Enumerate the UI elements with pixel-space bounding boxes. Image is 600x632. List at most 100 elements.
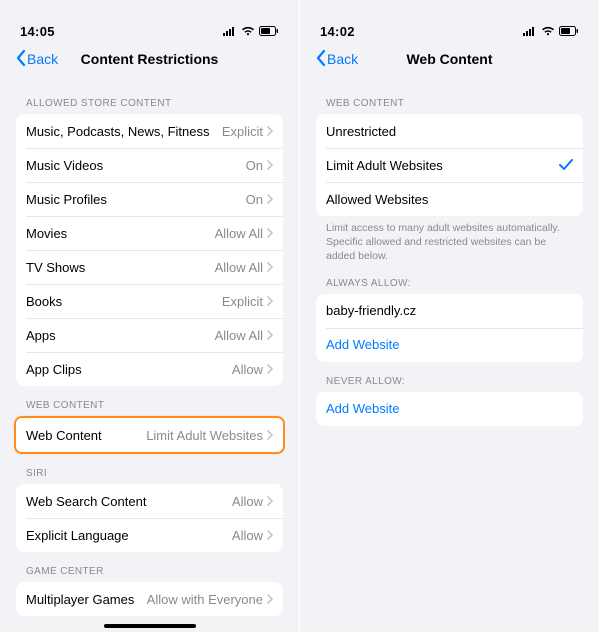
- group-web-content-options: Unrestricted Limit Adult Websites Allowe…: [316, 114, 583, 216]
- row-value: Explicit: [222, 124, 263, 139]
- section-header-web-content: WEB CONTENT: [14, 386, 285, 416]
- status-right: [523, 24, 579, 39]
- add-website-button[interactable]: Add Website: [316, 392, 583, 426]
- row-multiplayer-games[interactable]: Multiplayer Games Allow with Everyone: [16, 582, 283, 616]
- chevron-right-icon: [267, 160, 273, 170]
- row-label: Music Profiles: [26, 192, 107, 207]
- row-value: Allow All: [215, 260, 263, 275]
- row-value: Explicit: [222, 294, 263, 309]
- group-game-center: Multiplayer Games Allow with Everyone: [16, 582, 283, 616]
- row-value: On: [246, 192, 263, 207]
- row-web-content[interactable]: Web Content Limit Adult Websites: [16, 418, 283, 452]
- row-music-podcasts[interactable]: Music, Podcasts, News, Fitness Explicit: [16, 114, 283, 148]
- chevron-right-icon: [267, 296, 273, 306]
- add-website-button[interactable]: Add Website: [316, 328, 583, 362]
- row-value: Limit Adult Websites: [146, 428, 263, 443]
- row-label: Web Content: [26, 428, 102, 443]
- row-label: Multiplayer Games: [26, 592, 134, 607]
- row-web-search-content[interactable]: Web Search Content Allow: [16, 484, 283, 518]
- section-header-allowed-store: ALLOWED STORE CONTENT: [14, 84, 285, 114]
- row-value: Allow with Everyone: [147, 592, 263, 607]
- chevron-right-icon: [267, 430, 273, 440]
- content: WEB CONTENT Unrestricted Limit Adult Web…: [314, 76, 585, 426]
- chevron-right-icon: [267, 194, 273, 204]
- content: ALLOWED STORE CONTENT Music, Podcasts, N…: [14, 76, 285, 616]
- chevron-right-icon: [267, 364, 273, 374]
- chevron-right-icon: [267, 228, 273, 238]
- phone-inner: 14:02 Back Web Content: [314, 20, 585, 632]
- row-label: Books: [26, 294, 62, 309]
- row-label: Limit Adult Websites: [326, 158, 443, 173]
- back-label: Back: [327, 51, 358, 67]
- home-indicator[interactable]: [104, 624, 196, 628]
- chevron-right-icon: [267, 496, 273, 506]
- row-label: Add Website: [326, 401, 399, 416]
- chevron-right-icon: [267, 262, 273, 272]
- row-value: Allow: [232, 362, 263, 377]
- row-label: Unrestricted: [326, 124, 396, 139]
- row-books[interactable]: Books Explicit: [16, 284, 283, 318]
- status-time: 14:02: [320, 24, 355, 39]
- status-bar: 14:05: [14, 20, 285, 42]
- back-button[interactable]: Back: [16, 50, 58, 69]
- back-label: Back: [27, 51, 58, 67]
- row-apps[interactable]: Apps Allow All: [16, 318, 283, 352]
- row-label: App Clips: [26, 362, 82, 377]
- chevron-right-icon: [267, 594, 273, 604]
- row-value: On: [246, 158, 263, 173]
- option-unrestricted[interactable]: Unrestricted: [316, 114, 583, 148]
- cellular-signal-icon: [223, 24, 237, 39]
- option-limit-adult[interactable]: Limit Adult Websites: [316, 148, 583, 182]
- row-music-videos[interactable]: Music Videos On: [16, 148, 283, 182]
- battery-icon: [559, 24, 579, 39]
- row-music-profiles[interactable]: Music Profiles On: [16, 182, 283, 216]
- battery-icon: [259, 24, 279, 39]
- section-header-game-center: GAME CENTER: [14, 552, 285, 582]
- row-value: Allow: [232, 528, 263, 543]
- row-label: baby-friendly.cz: [326, 303, 416, 318]
- row-value: Allow All: [215, 226, 263, 241]
- chevron-right-icon: [267, 330, 273, 340]
- row-tv-shows[interactable]: TV Shows Allow All: [16, 250, 283, 284]
- row-movies[interactable]: Movies Allow All: [16, 216, 283, 250]
- group-allowed-store: Music, Podcasts, News, Fitness Explicit …: [16, 114, 283, 386]
- wifi-icon: [241, 24, 255, 39]
- checkmark-icon: [559, 159, 573, 171]
- group-siri: Web Search Content Allow Explicit Langua…: [16, 484, 283, 552]
- group-always-allow: baby-friendly.cz Add Website: [316, 294, 583, 362]
- chevron-right-icon: [267, 530, 273, 540]
- group-never-allow: Add Website: [316, 392, 583, 426]
- chevron-left-icon: [16, 50, 26, 69]
- row-value: Allow All: [215, 328, 263, 343]
- wifi-icon: [541, 24, 555, 39]
- row-label: Web Search Content: [26, 494, 146, 509]
- phone-left: 14:05 Back Content Restrictions: [0, 0, 300, 632]
- cellular-signal-icon: [523, 24, 537, 39]
- row-allowed-site[interactable]: baby-friendly.cz: [316, 294, 583, 328]
- row-value: Allow: [232, 494, 263, 509]
- nav-bar: Back Web Content: [314, 42, 585, 76]
- chevron-left-icon: [316, 50, 326, 69]
- highlight-web-content: Web Content Limit Adult Websites: [14, 416, 285, 454]
- status-bar: 14:02: [314, 20, 585, 42]
- option-allowed-websites[interactable]: Allowed Websites: [316, 182, 583, 216]
- section-header-always-allow: ALWAYS ALLOW:: [314, 264, 585, 294]
- row-label: Explicit Language: [26, 528, 129, 543]
- row-label: Movies: [26, 226, 67, 241]
- row-label: Music Videos: [26, 158, 103, 173]
- section-footer-web-content: Limit access to many adult websites auto…: [314, 216, 585, 264]
- row-label: TV Shows: [26, 260, 85, 275]
- row-label: Allowed Websites: [326, 192, 428, 207]
- row-explicit-language[interactable]: Explicit Language Allow: [16, 518, 283, 552]
- row-app-clips[interactable]: App Clips Allow: [16, 352, 283, 386]
- status-right: [223, 24, 279, 39]
- nav-bar: Back Content Restrictions: [14, 42, 285, 76]
- section-header-siri: SIRI: [14, 454, 285, 484]
- section-header-never-allow: NEVER ALLOW:: [314, 362, 585, 392]
- chevron-right-icon: [267, 126, 273, 136]
- phone-right: 14:02 Back Web Content: [300, 0, 600, 632]
- section-header-web-content: WEB CONTENT: [314, 84, 585, 114]
- back-button[interactable]: Back: [316, 50, 358, 69]
- phone-inner: 14:05 Back Content Restrictions: [14, 20, 285, 632]
- row-label: Apps: [26, 328, 56, 343]
